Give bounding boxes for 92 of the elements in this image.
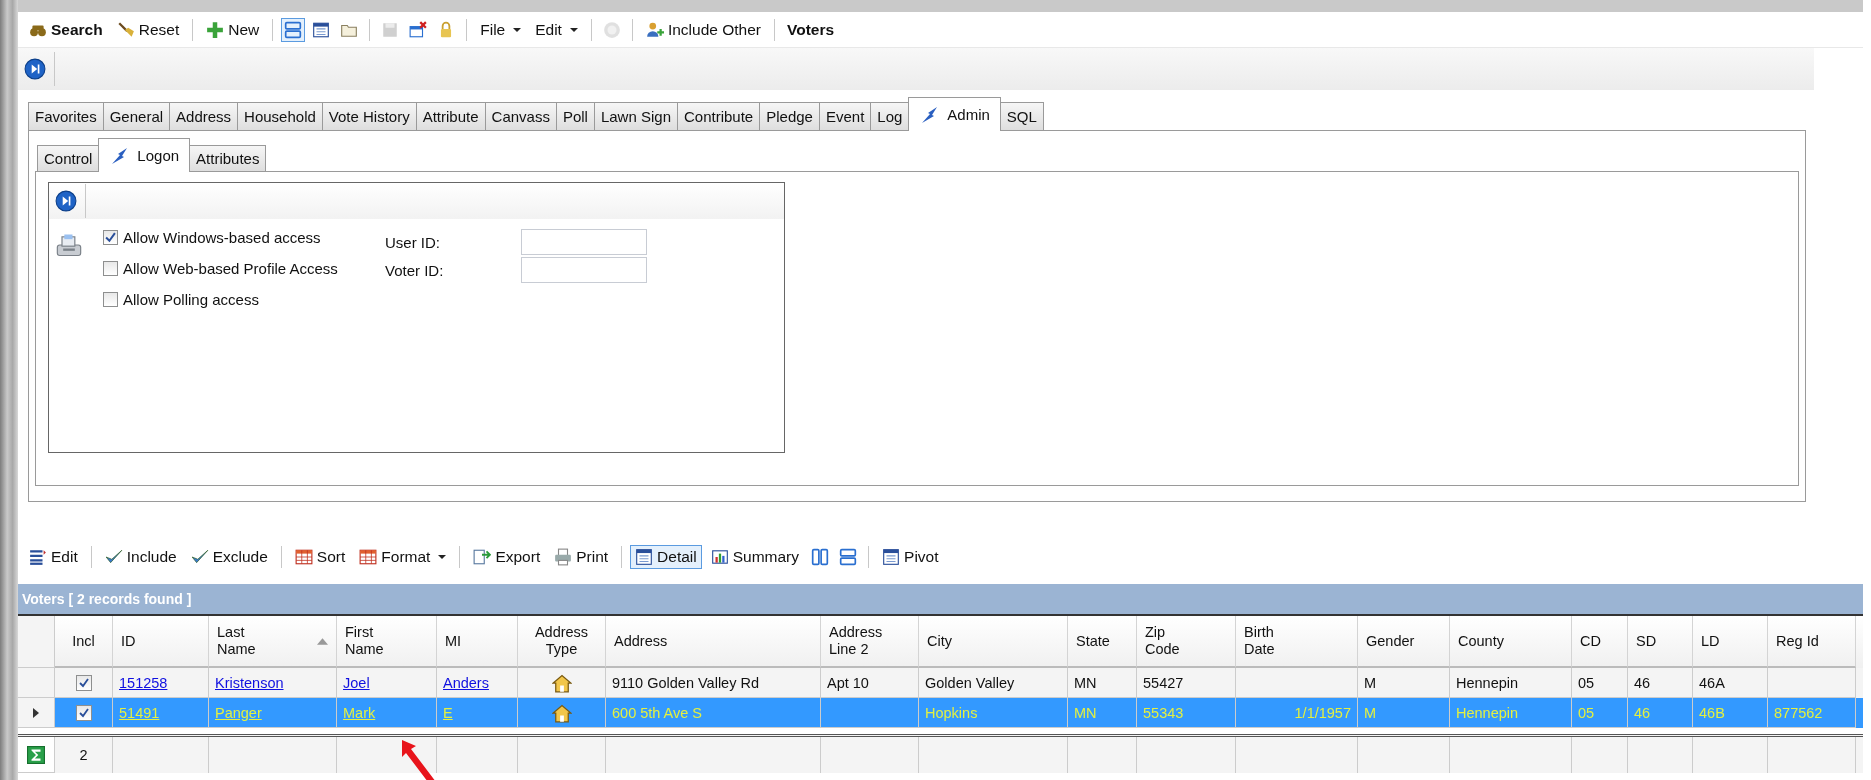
table-cell: 46B [1693, 698, 1768, 728]
tab[interactable]: Favorites [28, 102, 104, 130]
table-icon [359, 548, 378, 566]
tab[interactable]: SQL [999, 102, 1044, 130]
sort-icon [317, 637, 328, 645]
rows-icon [839, 548, 858, 566]
table-cell: MN [1068, 698, 1137, 728]
plus-icon [206, 20, 225, 39]
tab[interactable]: Vote History [321, 102, 417, 130]
table-cell: 05 [1572, 698, 1628, 728]
toolbar-button[interactable]: Edit [24, 545, 83, 569]
toolbar-button[interactable]: Include [99, 545, 182, 569]
tab[interactable]: Admin [908, 97, 1001, 131]
tab[interactable]: General [102, 102, 171, 130]
menu-button[interactable]: Format [354, 545, 452, 569]
tab[interactable]: Contribute [677, 102, 761, 130]
tab[interactable]: Control [37, 145, 100, 171]
checkbox-option[interactable]: Allow Polling access [103, 291, 385, 308]
table-cell: 46 [1628, 698, 1693, 728]
input-field[interactable] [521, 257, 647, 283]
columns-icon [811, 548, 830, 566]
tab[interactable]: Logon [98, 138, 191, 172]
toolbar-button[interactable]: Detail [630, 545, 702, 569]
person-add-icon [645, 20, 664, 39]
toolbar-button[interactable]: Search [24, 17, 108, 42]
split-view-icon [284, 20, 303, 39]
table-cell: 55343 [1137, 698, 1236, 728]
toolbar-button[interactable]: New [201, 17, 265, 42]
table-icon [294, 548, 313, 566]
house-icon [551, 672, 572, 693]
tab[interactable]: Log [870, 102, 910, 130]
menu-button[interactable]: File [475, 17, 527, 42]
checkmark-icon [190, 548, 209, 566]
sum-icon [27, 745, 45, 764]
tab[interactable]: Address [169, 102, 239, 130]
play-icon[interactable] [55, 190, 77, 212]
toolbar-button[interactable]: Export [468, 545, 546, 569]
house-icon [551, 702, 572, 723]
table-link[interactable]: 151258 [119, 674, 168, 691]
table-cell: 600 5th Ave S [606, 698, 821, 728]
table-cell: Hennepin [1450, 698, 1572, 728]
save-icon [381, 20, 400, 39]
menu-button[interactable]: Edit [530, 17, 583, 42]
table-link[interactable]: Kristenson [215, 674, 284, 691]
field-label: Voter ID: [385, 261, 445, 279]
toolbar-button[interactable]: Sort [289, 545, 351, 569]
toolbar-title: Voters [786, 20, 836, 39]
tab[interactable]: Poll [555, 102, 595, 130]
tab[interactable]: Pledge [759, 102, 820, 130]
tab[interactable]: Lawn Sign [593, 102, 678, 130]
table-cell: M [1358, 698, 1450, 728]
chart-icon [710, 548, 729, 566]
toolbar-button[interactable]: Pivot [877, 545, 944, 569]
checkbox[interactable] [75, 704, 92, 721]
tab[interactable]: Attribute [415, 102, 486, 130]
current-row-icon [33, 707, 39, 718]
checkbox-option[interactable]: Allow Web-based Profile Access [103, 260, 385, 277]
list-icon [29, 548, 47, 566]
tab[interactable]: Attributes [189, 145, 267, 171]
toolbar-button[interactable]: Reset [111, 17, 185, 42]
grid-title: Voters [ 2 records found ] [22, 591, 192, 607]
tab[interactable]: Household [237, 102, 323, 130]
table-link[interactable]: Joel [343, 674, 370, 691]
toolbar-button[interactable]: Exclude [185, 545, 273, 569]
tab[interactable]: Canvass [484, 102, 557, 130]
toolbar-button[interactable]: Print [549, 545, 614, 569]
checkmark-icon [104, 548, 123, 566]
table-cell: 1/1/1957 [1236, 698, 1358, 728]
caret-icon [569, 27, 578, 32]
table-cell: 877562 [1768, 698, 1856, 728]
checkbox[interactable] [103, 292, 118, 307]
checkbox-option[interactable]: Allow Windows-based access [103, 229, 385, 246]
record-count: 2 [79, 747, 88, 763]
checkbox[interactable] [75, 674, 92, 691]
checkbox[interactable] [103, 230, 118, 245]
caret-icon [513, 27, 522, 32]
input-field[interactable] [521, 229, 647, 255]
checkbox[interactable] [103, 261, 118, 276]
broom-icon [116, 20, 135, 39]
tab[interactable]: Event [818, 102, 872, 130]
field-label: User ID: [385, 233, 441, 251]
table-cell: Hopkins [919, 698, 1068, 728]
window-delete-icon [409, 20, 428, 39]
play-icon[interactable] [24, 58, 46, 80]
table-link[interactable]: Anders [443, 674, 489, 691]
toolbar-icon-button[interactable] [281, 17, 306, 42]
printer-icon [554, 548, 573, 566]
row-header[interactable] [18, 698, 55, 728]
toolbar-button[interactable]: Summary [705, 545, 805, 569]
toolbar-button[interactable]: Include Other [640, 17, 766, 42]
caret-icon [438, 555, 447, 559]
export-icon [473, 548, 492, 566]
